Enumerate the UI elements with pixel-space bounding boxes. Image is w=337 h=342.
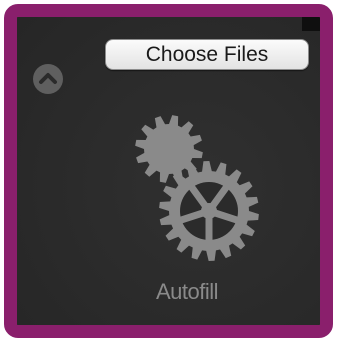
large-gear-icon [159, 161, 259, 261]
autofill-label: Autofill [155, 279, 219, 304]
corner-marker [302, 17, 320, 31]
gears-icon [135, 115, 259, 261]
chevron-up-icon [39, 73, 57, 84]
collapse-button[interactable] [33, 64, 63, 94]
choose-files-button[interactable]: Choose Files [105, 39, 309, 70]
widget-frame: Choose Files Autofill [4, 4, 333, 338]
